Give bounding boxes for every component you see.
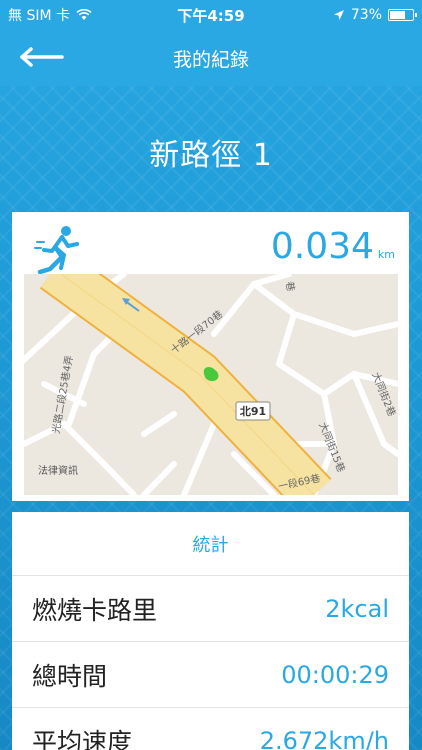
back-button[interactable] [20,42,66,72]
battery-icon [388,9,417,21]
road-badge-label: 北91 [240,404,266,418]
route-card: 0.034 km 十路一段70巷 光路二段25巷4弄 大同街2巷 大同街15巷 … [12,212,409,501]
road-label-top-small: 巷 [283,280,297,292]
stat-row-avg-speed: 平均速度 2.672km/h [12,708,409,750]
stats-header: 統計 [12,512,409,576]
stat-value: 2.672km/h [259,726,389,750]
status-bar: 無 SIM 卡 下午4:59 73% [0,0,422,30]
back-arrow-icon [20,47,64,67]
stat-label: 平均速度 [32,727,133,750]
stat-value: 00:00:29 [281,660,389,689]
stats-card: 統計 燃燒卡路里 2kcal 總時間 00:00:29 平均速度 2.672km… [12,512,409,750]
distance-display: 0.034 km [271,226,395,267]
page-title: 我的紀錄 [172,48,249,71]
stat-label: 燃燒卡路里 [32,595,158,625]
route-map[interactable]: 十路一段70巷 光路二段25巷4弄 大同街2巷 大同街15巷 一段69巷 巷 法… [24,274,398,495]
battery-fill [390,11,406,19]
stat-row-calories: 燃燒卡路里 2kcal [12,576,409,642]
runner-icon [34,226,79,274]
nav-bar: 我的紀錄 [0,30,422,86]
poi-label: 法律資訊 [38,464,78,477]
distance-unit: km [377,248,395,261]
status-time: 下午4:59 [177,6,245,25]
stat-value: 2kcal [325,594,389,623]
stat-row-total-time: 總時間 00:00:29 [12,642,409,708]
route-title: 新路徑 1 [149,138,273,173]
map-canvas: 十路一段70巷 光路二段25巷4弄 大同街2巷 大同街15巷 一段69巷 巷 法… [24,274,398,495]
distance-value: 0.034 [270,226,374,267]
stat-label: 總時間 [32,661,108,691]
